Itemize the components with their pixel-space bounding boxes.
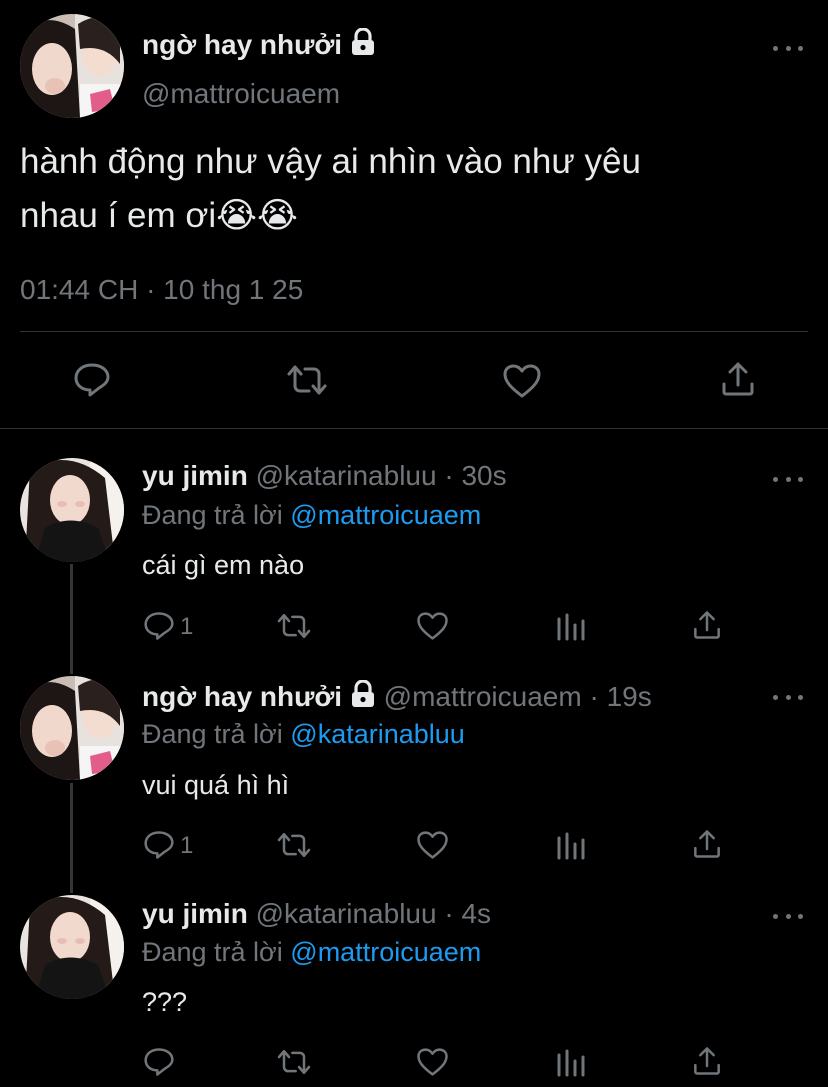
like-icon[interactable]	[502, 363, 542, 399]
reply-text: ???	[142, 987, 188, 1017]
share-icon[interactable]	[692, 828, 722, 860]
retweet-icon[interactable]	[275, 1047, 313, 1077]
reply-header: yu jimin @katarinabluu · 30s	[142, 460, 507, 492]
reply-count: 1	[180, 832, 194, 859]
replying-prefix: Đang trả lời	[142, 937, 283, 967]
replying-to-line: Đang trả lời @mattroicuaem	[142, 500, 481, 531]
replying-to-mention[interactable]: @mattroicuaem	[290, 937, 481, 967]
reply-handle[interactable]: @katarinabluu	[256, 898, 437, 929]
retweet-icon[interactable]	[285, 362, 329, 398]
reply-handle[interactable]: @mattroicuaem	[384, 681, 582, 712]
thread-line	[70, 564, 73, 674]
reply-header: yu jimin @katarinabluu · 4s	[142, 898, 491, 930]
display-name-text: ngờ hay nhưởi	[142, 29, 343, 60]
reply-icon[interactable]	[73, 362, 111, 398]
main-tweet-timestamp[interactable]: 01:44 CH · 10 thg 1 25	[20, 274, 303, 306]
reply-time[interactable]: · 4s	[444, 898, 491, 929]
like-icon[interactable]	[416, 611, 449, 641]
reply-avatar[interactable]	[20, 895, 124, 999]
more-options-icon[interactable]	[773, 910, 803, 922]
reply-handle[interactable]: @katarinabluu	[256, 460, 437, 491]
reply-time[interactable]: · 30s	[444, 460, 506, 491]
section-divider	[0, 428, 828, 429]
main-tweet-avatar[interactable]	[20, 14, 124, 118]
reply-header: ngờ hay nhưởi @mattroicuaem · 19s	[142, 679, 652, 715]
replying-to-mention[interactable]: @mattroicuaem	[290, 500, 481, 530]
reply-time[interactable]: · 19s	[589, 681, 651, 712]
main-tweet-display-name[interactable]: ngờ hay nhưởi	[142, 27, 376, 63]
reply-icon[interactable]	[143, 1047, 175, 1077]
share-icon[interactable]	[692, 609, 722, 641]
like-icon[interactable]	[416, 1047, 449, 1077]
reply-avatar[interactable]	[20, 676, 124, 780]
analytics-icon[interactable]	[556, 1047, 586, 1077]
analytics-icon[interactable]	[556, 611, 586, 641]
share-icon[interactable]	[720, 360, 756, 398]
more-options-icon[interactable]	[773, 473, 803, 485]
replying-to-line: Đang trả lời @mattroicuaem	[142, 937, 481, 968]
replying-to-line: Đang trả lời @katarinabluu	[142, 719, 465, 750]
main-tweet-text-line2: nhau í em ơi😭😭	[20, 196, 298, 235]
analytics-icon[interactable]	[556, 830, 586, 860]
reply-avatar[interactable]	[20, 458, 124, 562]
share-icon[interactable]	[692, 1045, 722, 1077]
like-icon[interactable]	[416, 830, 449, 860]
reply-display-name[interactable]: yu jimin	[142, 898, 248, 929]
reply-display-name[interactable]: ngờ hay nhưởi	[142, 681, 342, 712]
replying-to-mention[interactable]: @katarinabluu	[290, 719, 465, 749]
lock-icon	[350, 27, 376, 63]
replying-prefix: Đang trả lời	[142, 500, 283, 530]
main-tweet-text-line1: hành động như vậy ai nhìn vào như yêu	[20, 142, 641, 181]
reply-icon[interactable]	[143, 611, 175, 641]
replying-prefix: Đang trả lời	[142, 719, 283, 749]
more-options-icon[interactable]	[773, 691, 803, 703]
thread-line	[70, 783, 73, 893]
retweet-icon[interactable]	[275, 611, 313, 641]
reply-text: vui quá hì hì	[142, 770, 290, 800]
main-tweet-handle[interactable]: @mattroicuaem	[142, 78, 340, 110]
main-tweet-divider	[20, 331, 808, 332]
more-options-icon[interactable]	[773, 42, 803, 54]
reply-display-name[interactable]: yu jimin	[142, 460, 248, 491]
retweet-icon[interactable]	[275, 830, 313, 860]
reply-text: cái gì em nào	[142, 550, 305, 580]
reply-count: 1	[180, 613, 194, 640]
reply-icon[interactable]	[143, 830, 175, 860]
lock-icon	[350, 679, 376, 715]
